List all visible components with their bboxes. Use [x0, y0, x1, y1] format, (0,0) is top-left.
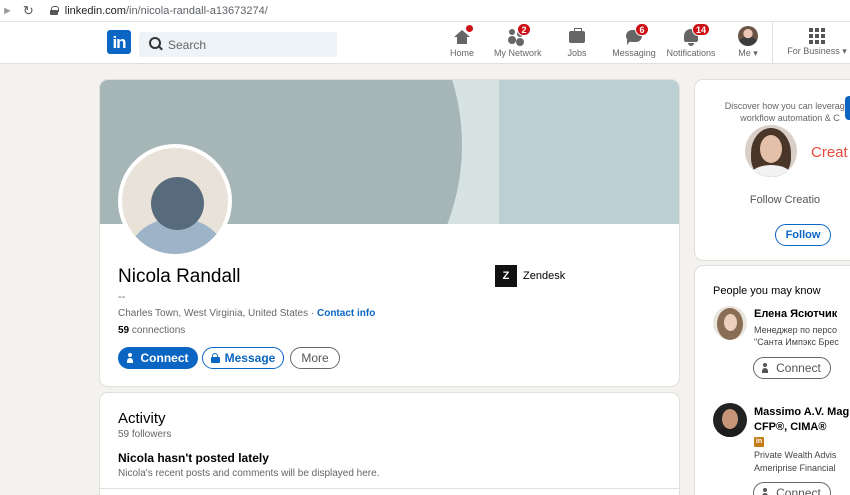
pymk-person-credentials: CFP®, CIMA® [754, 421, 827, 433]
activity-title: Activity [118, 410, 166, 427]
nav-notifications[interactable]: 14 Notifications [666, 23, 716, 62]
nav-me[interactable]: Me ▾ [735, 26, 761, 62]
follow-button[interactable]: Follow [775, 224, 831, 246]
pymk-person-name[interactable]: Massimo A.V. Mag [754, 406, 849, 418]
ad-text: Discover how you can leverage r workflow … [724, 101, 850, 123]
lock-icon[interactable] [49, 6, 59, 15]
profile-headline: -- [118, 291, 126, 303]
me-avatar [738, 26, 758, 46]
my-network-badge: 2 [517, 23, 531, 36]
side-panel-tab[interactable] [845, 96, 850, 120]
linkedin-logo[interactable]: in [107, 30, 131, 54]
person-add-icon [126, 353, 136, 363]
home-notification-dot [465, 24, 474, 33]
ad-person-image [745, 125, 797, 177]
global-nav: in Home 2 My Network Jobs 6 Messaging 14… [0, 22, 850, 64]
people-you-may-know-card: People you may know Елена Ясютчик Менедж… [695, 266, 850, 495]
more-button[interactable]: More [290, 347, 340, 369]
activity-empty-desc: Nicola's recent posts and comments will … [118, 468, 380, 479]
nav-jobs-label: Jobs [567, 48, 587, 58]
nav-for-business[interactable]: For Business ▾ [787, 26, 847, 62]
person-add-icon [762, 363, 771, 373]
profile-location: Charles Town, West Virginia, United Stat… [118, 308, 376, 319]
search-input[interactable] [168, 37, 328, 52]
notifications-badge: 14 [692, 23, 711, 36]
nav-me-label: Me ▾ [738, 48, 758, 58]
message-button[interactable]: Message [202, 347, 284, 369]
pymk-connect-button[interactable]: Connect [753, 357, 831, 379]
ad-brand-logo: Creat [811, 144, 848, 161]
pymk-person-name[interactable]: Елена Ясютчик [754, 308, 837, 320]
ad-card: Discover how you can leverage r workflow … [695, 80, 850, 260]
person-add-icon [762, 488, 771, 495]
messaging-badge: 6 [635, 23, 649, 36]
profile-connections[interactable]: 59 connections [118, 325, 185, 336]
lock-icon [210, 353, 220, 363]
nav-notifications-label: Notifications [666, 48, 716, 58]
reload-icon[interactable]: ↻ [23, 3, 34, 19]
activity-followers: 59 followers [118, 429, 172, 440]
forward-arrow-icon[interactable]: ► [2, 5, 13, 17]
activity-divider [100, 488, 679, 489]
linkedin-premium-icon: in [754, 437, 764, 447]
pymk-avatar[interactable] [713, 403, 747, 437]
nav-messaging-label: Messaging [612, 48, 656, 58]
pymk-person-headline: "Санта Импэкс Брес [754, 337, 839, 347]
search-box[interactable] [139, 32, 337, 57]
profile-card: Nicola Randall -- Charles Town, West Vir… [100, 80, 679, 386]
nav-messaging[interactable]: 6 Messaging [612, 23, 656, 62]
ad-follow-text: Follow Creatio [749, 194, 821, 206]
activity-card: Activity 59 followers Nicola hasn't post… [100, 393, 679, 495]
current-company[interactable]: Z Zendesk [495, 265, 565, 287]
connect-button[interactable]: Connect [118, 347, 198, 369]
nav-my-network-label: My Network [494, 48, 542, 58]
pymk-avatar[interactable] [713, 306, 747, 340]
pymk-person-headline: Ameriprise Financial [754, 463, 836, 473]
nav-my-network[interactable]: 2 My Network [494, 23, 542, 62]
nav-home-label: Home [449, 48, 474, 58]
pymk-person-headline: Private Wealth Advis [754, 450, 837, 460]
profile-name: Nicola Randall [118, 266, 241, 287]
browser-address-bar: ► ↻ linkedin.com/in/nicola-randall-a1367… [0, 0, 850, 22]
zendesk-logo: Z [495, 265, 517, 287]
nav-divider [772, 22, 773, 64]
company-name: Zendesk [523, 270, 566, 282]
activity-empty-title: Nicola hasn't posted lately [118, 451, 269, 465]
apps-grid-icon [809, 28, 825, 44]
briefcase-icon [569, 28, 585, 43]
nav-for-business-label: For Business ▾ [787, 46, 847, 56]
pymk-person-headline: Менеджер по персо [754, 325, 838, 335]
url-field[interactable]: linkedin.com/in/nicola-randall-a13673274… [65, 5, 268, 17]
pymk-connect-button[interactable]: Connect [753, 482, 831, 495]
pymk-title: People you may know [713, 285, 821, 297]
profile-avatar[interactable] [118, 144, 232, 258]
nav-home[interactable]: Home [447, 24, 477, 62]
search-icon [148, 36, 166, 54]
contact-info-link[interactable]: Contact info [317, 308, 375, 319]
nav-jobs[interactable]: Jobs [564, 26, 590, 62]
